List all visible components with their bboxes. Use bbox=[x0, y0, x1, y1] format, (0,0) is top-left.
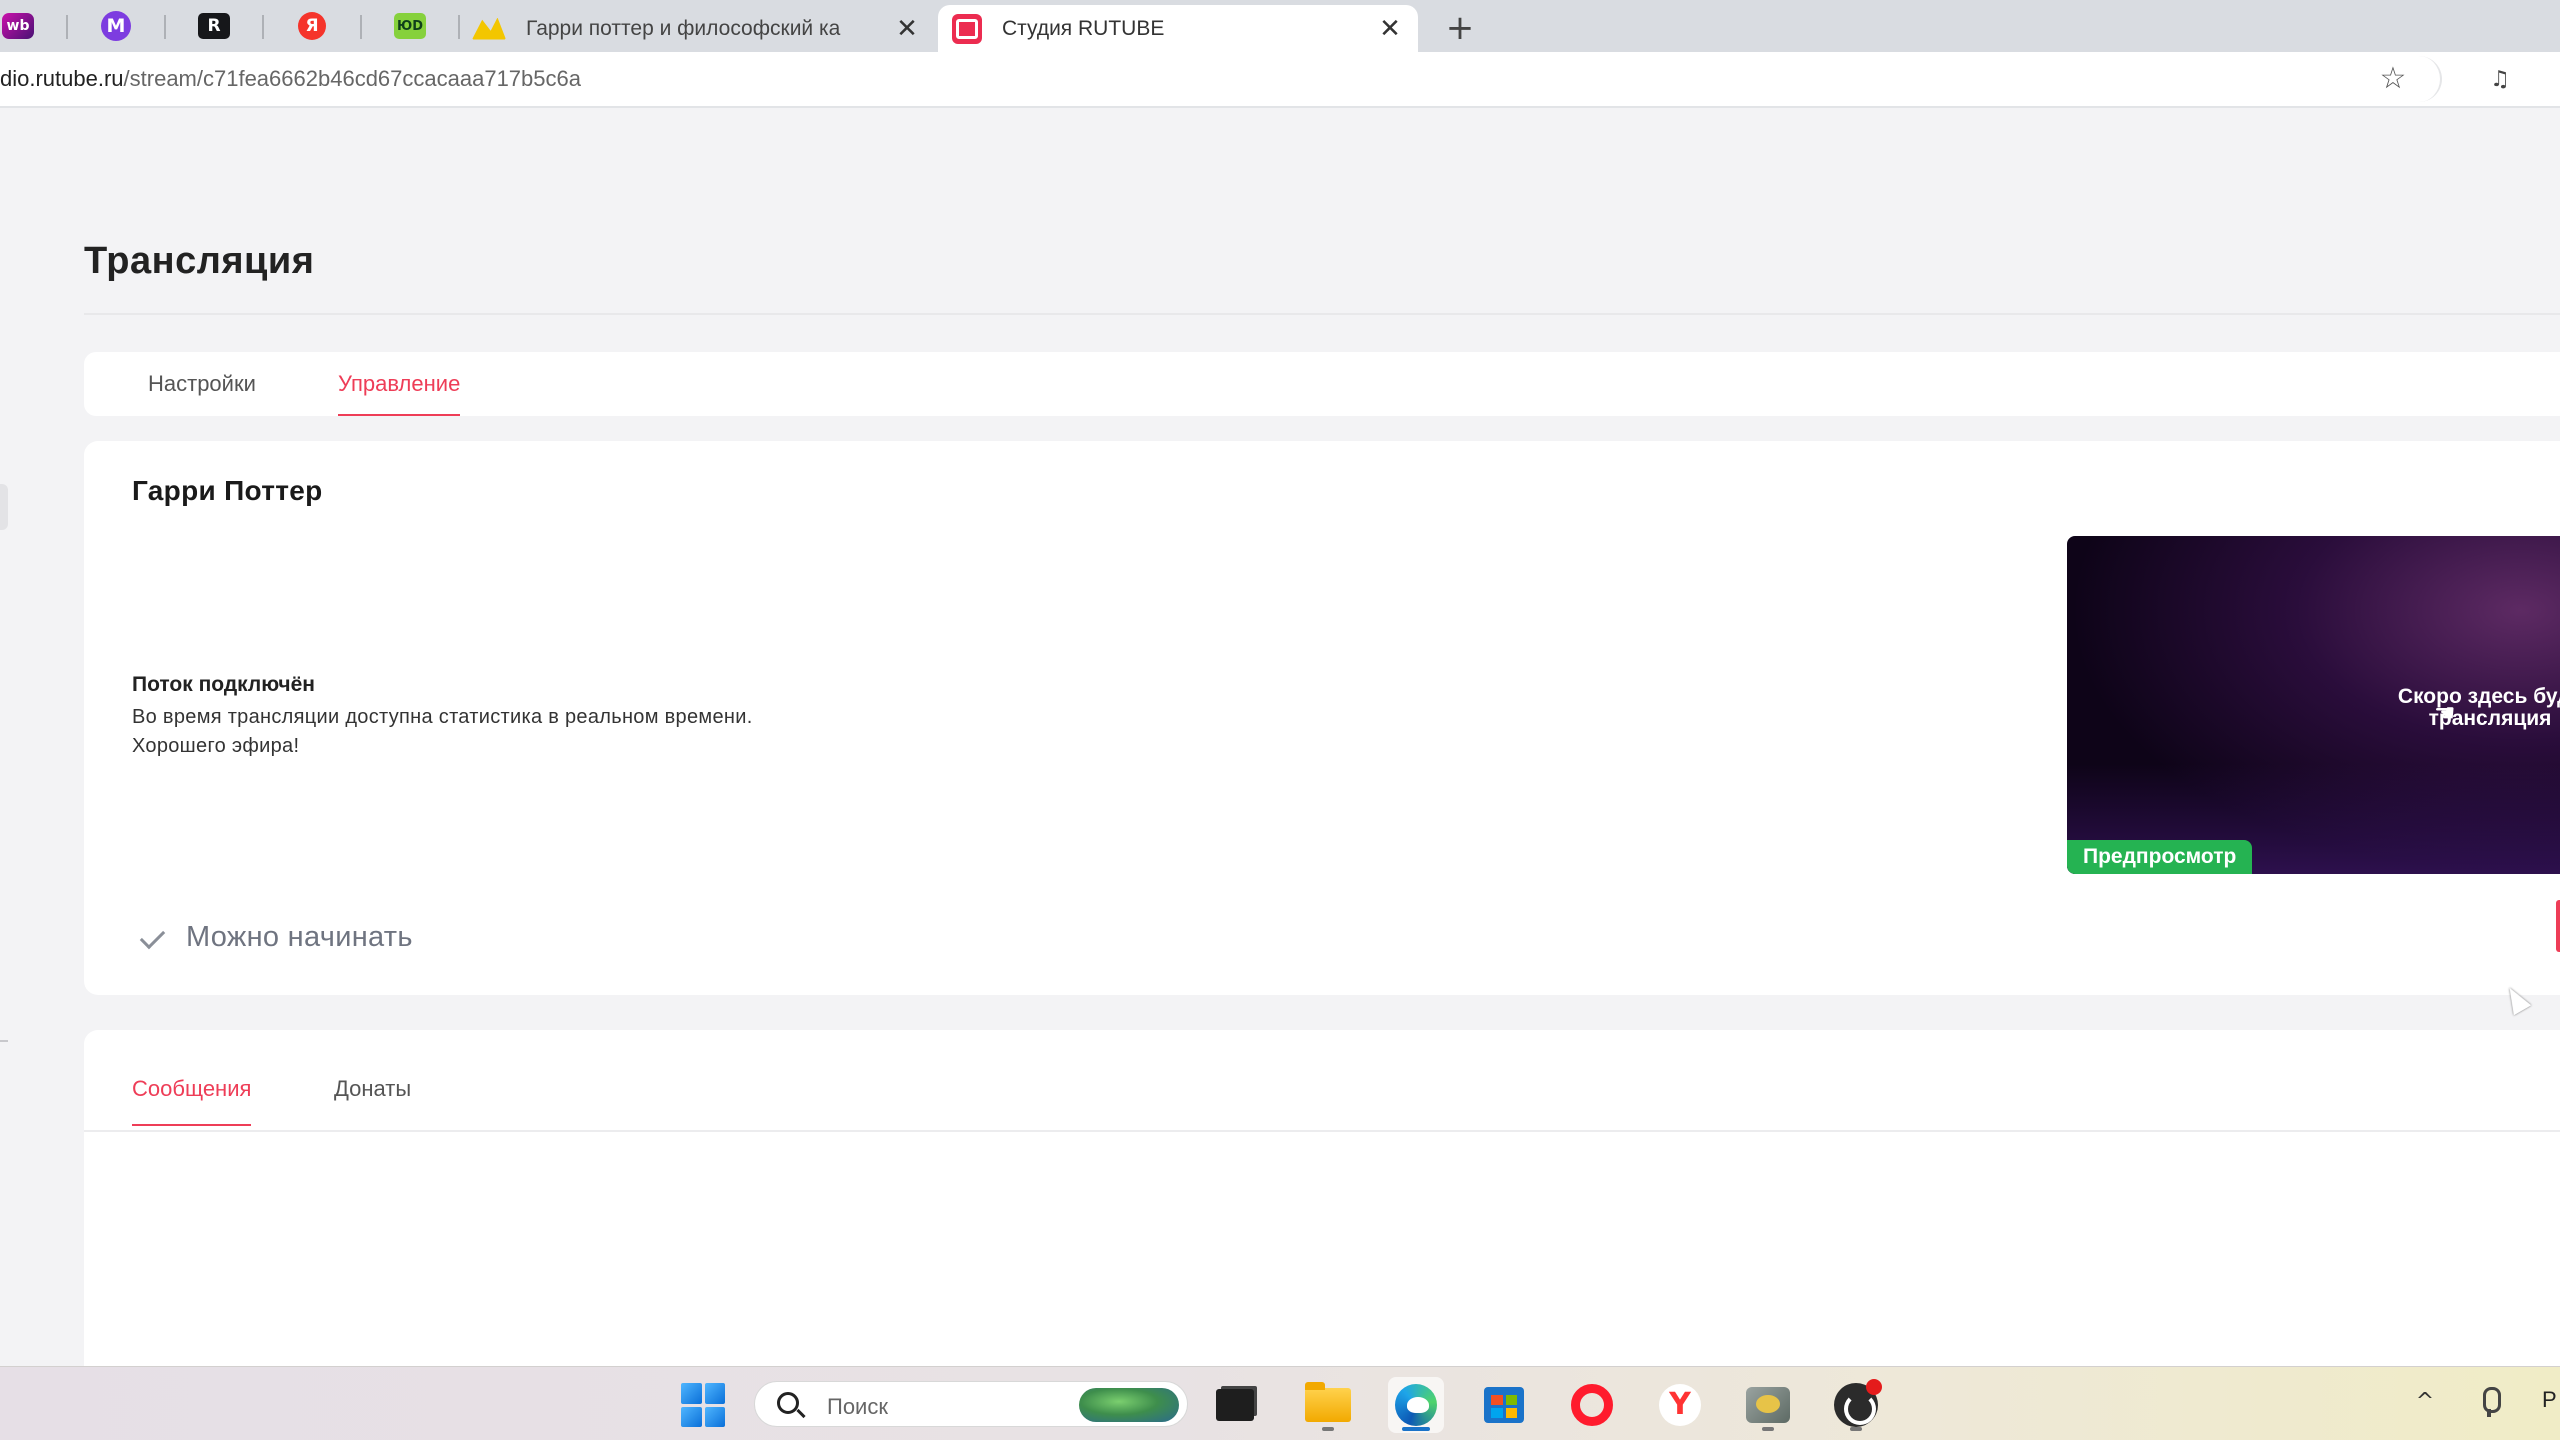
divider bbox=[84, 313, 2560, 315]
ready-indicator: Можно начинать bbox=[140, 921, 413, 954]
harry-potter-icon bbox=[472, 17, 506, 40]
pinned-tab-r[interactable]: R bbox=[184, 6, 244, 46]
pinned-tab-green[interactable]: ЮD bbox=[380, 6, 440, 46]
chat-panel: Сообщения Донаты bbox=[84, 1030, 2560, 1370]
pinned-tab-wildberries[interactable]: wb bbox=[0, 6, 48, 46]
sidebar-edge bbox=[0, 484, 8, 530]
taskbar-search[interactable]: Поиск bbox=[754, 1381, 1188, 1427]
tab-separator bbox=[66, 15, 68, 39]
tab-title: Студия RUTUBE bbox=[1002, 16, 1165, 40]
browser-tab-strip: wb M R Я ЮD Гарри поттер и философский к… bbox=[0, 0, 2560, 52]
page-tabs: Настройки Управление bbox=[84, 352, 2560, 416]
tab-management[interactable]: Управление bbox=[338, 352, 461, 416]
green-logo-icon: ЮD bbox=[394, 13, 426, 39]
check-icon bbox=[140, 923, 170, 953]
edge-icon bbox=[1395, 1384, 1437, 1426]
tab-separator bbox=[164, 15, 166, 39]
hand-cursor-icon: ☚ bbox=[2434, 699, 2456, 727]
wildberries-icon: wb bbox=[2, 13, 34, 39]
omnibox-edge bbox=[2416, 56, 2442, 102]
tab-donations[interactable]: Донаты bbox=[334, 1072, 411, 1126]
start-button-edge[interactable] bbox=[2556, 900, 2560, 952]
recording-dot bbox=[1866, 1379, 1882, 1395]
new-tab-button[interactable]: + bbox=[1440, 8, 1480, 48]
r-logo-icon: R bbox=[198, 13, 230, 39]
ready-label: Можно начинать bbox=[186, 921, 413, 953]
folder-icon bbox=[1305, 1382, 1351, 1422]
stream-status-heading: Поток подключён bbox=[132, 673, 315, 696]
task-view-button[interactable] bbox=[1207, 1377, 1263, 1433]
close-icon[interactable]: ✕ bbox=[1376, 15, 1404, 43]
language-indicator[interactable]: Р bbox=[2542, 1387, 2557, 1413]
obs-button[interactable] bbox=[1828, 1377, 1884, 1433]
file-explorer-button[interactable] bbox=[1300, 1377, 1356, 1433]
stream-title: Гарри Поттер bbox=[132, 475, 323, 506]
tab-rutube-studio[interactable]: Студия RUTUBE ✕ bbox=[938, 5, 1418, 52]
pinned-tab-m[interactable]: M bbox=[86, 6, 146, 46]
close-icon[interactable]: ✕ bbox=[893, 15, 921, 43]
stream-card: Гарри Поттер Поток подключён Во время тр… bbox=[84, 441, 2560, 995]
running-indicator bbox=[1762, 1427, 1774, 1431]
rutube-icon bbox=[952, 13, 982, 44]
tab-settings[interactable]: Настройки bbox=[148, 352, 256, 416]
url-host: dio.rutube.ru bbox=[0, 66, 124, 91]
tab-separator bbox=[262, 15, 264, 39]
opera-button[interactable] bbox=[1564, 1377, 1620, 1433]
preview-text-line: трансляция bbox=[2428, 707, 2552, 730]
microphone-icon[interactable] bbox=[2474, 1385, 2504, 1419]
store-button[interactable] bbox=[1476, 1377, 1532, 1433]
status-line: Хорошего эфира! bbox=[132, 735, 300, 757]
bookmark-star-icon[interactable]: ☆ bbox=[2376, 62, 2410, 96]
opera-icon bbox=[1571, 1384, 1613, 1426]
obs-icon bbox=[1834, 1379, 1882, 1427]
start-button[interactable] bbox=[675, 1377, 731, 1433]
address-bar: dio.rutube.ru/stream/c71fea6662b46cd67cc… bbox=[0, 52, 2560, 108]
tab-harry-potter[interactable]: Гарри поттер и философский ка ✕ bbox=[460, 5, 935, 52]
m-logo-icon: M bbox=[101, 11, 131, 41]
yandex-browser-button[interactable]: Y bbox=[1652, 1377, 1708, 1433]
tab-messages[interactable]: Сообщения bbox=[132, 1072, 252, 1126]
search-icon bbox=[777, 1392, 799, 1414]
url-field[interactable]: dio.rutube.ru/stream/c71fea6662b46cd67cc… bbox=[0, 66, 581, 92]
vpn-app-button[interactable] bbox=[1740, 1377, 1796, 1433]
media-extension-icon[interactable]: ♫ bbox=[2484, 64, 2516, 96]
stream-preview[interactable]: Скоро здесь буде трансляция Предпросмотр bbox=[2067, 536, 2560, 874]
yandex-icon: Я bbox=[298, 12, 326, 40]
running-indicator bbox=[1402, 1427, 1430, 1431]
tab-title: Гарри поттер и философский ка bbox=[526, 16, 841, 40]
preview-badge: Предпросмотр bbox=[2067, 840, 2253, 874]
divider bbox=[84, 1130, 2560, 1132]
running-indicator bbox=[1322, 1427, 1334, 1431]
running-indicator bbox=[1850, 1427, 1862, 1431]
windows-icon bbox=[681, 1383, 725, 1427]
sidebar-edge bbox=[0, 1040, 8, 1042]
stream-status-text: Во время трансляции доступна статистика … bbox=[132, 703, 753, 761]
status-line: Во время трансляции доступна статистика … bbox=[132, 706, 753, 728]
tab-separator bbox=[360, 15, 362, 39]
tray-overflow-chevron-icon[interactable]: ^ bbox=[2410, 1387, 2440, 1417]
preview-text-line: Скоро здесь буде bbox=[2397, 685, 2560, 708]
search-label: Поиск bbox=[827, 1394, 888, 1419]
yandex-browser-icon: Y bbox=[1659, 1384, 1701, 1426]
search-highlight-image bbox=[1079, 1388, 1179, 1422]
task-view-icon bbox=[1216, 1389, 1254, 1421]
taskbar: Поиск Y ^ Р bbox=[0, 1366, 2560, 1440]
vpn-app-icon bbox=[1746, 1387, 1790, 1423]
store-icon bbox=[1484, 1387, 1524, 1423]
pinned-tab-yandex[interactable]: Я bbox=[282, 6, 342, 46]
preview-placeholder-text: Скоро здесь буде трансляция bbox=[2360, 686, 2560, 730]
edge-button[interactable] bbox=[1388, 1377, 1444, 1433]
url-path: /stream/c71fea6662b46cd67ccacaaa717b5c6a bbox=[123, 66, 581, 91]
page-title: Трансляция bbox=[84, 240, 315, 282]
